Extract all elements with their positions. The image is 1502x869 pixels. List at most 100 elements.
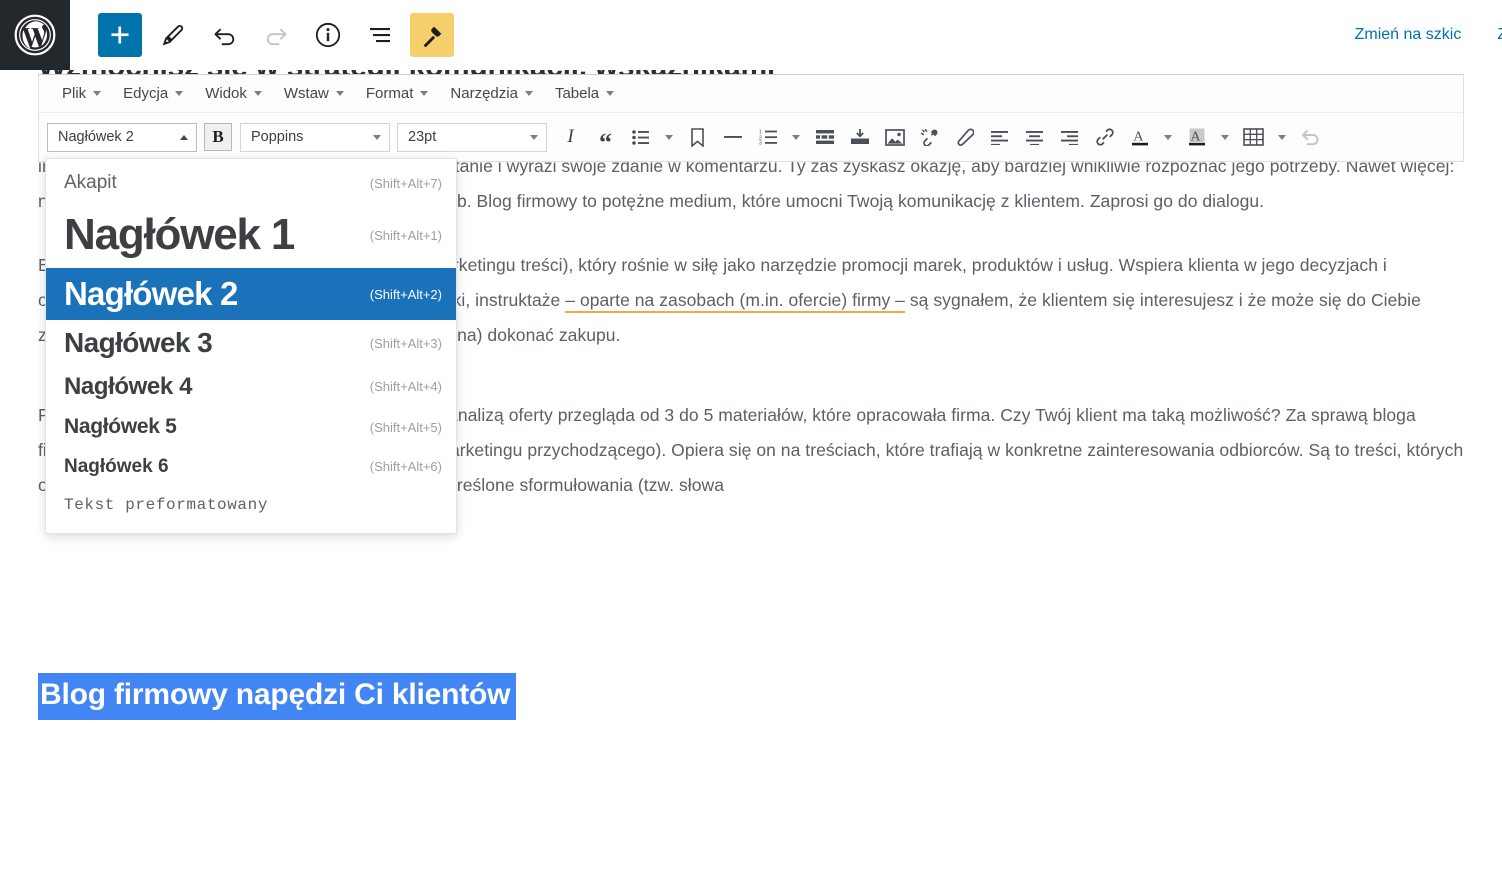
block-option-paragraph-shortcut: (Shift+Alt+7) (369, 175, 442, 191)
chevron-down-icon (1221, 134, 1229, 140)
block-option-heading-5-shortcut: (Shift+Alt+5) (369, 419, 442, 435)
insert-link-button[interactable] (1088, 122, 1121, 153)
read-more-button[interactable] (808, 122, 841, 153)
bulleted-list-button[interactable] (624, 122, 657, 153)
switch-to-draft-link[interactable]: Zmień na szkic (1355, 26, 1462, 44)
block-option-heading-6[interactable]: Nagłówek 6 (Shift+Alt+6) (46, 447, 456, 486)
font-family-value: Poppins (251, 129, 304, 145)
horizontal-rule-button[interactable] (716, 122, 749, 153)
menu-insert[interactable]: Wstaw (273, 81, 355, 106)
mallet-icon (423, 26, 441, 47)
highlight-color-button[interactable]: A (1180, 122, 1213, 153)
block-option-heading-2[interactable]: Nagłówek 2 (Shift+Alt+2) (46, 268, 456, 320)
numbered-list-icon: 1 2 3 (759, 130, 777, 145)
menu-insert-label: Wstaw (283, 85, 329, 102)
chevron-down-icon (530, 134, 538, 140)
menu-table[interactable]: Tabela (544, 81, 625, 106)
block-option-heading-4[interactable]: Nagłówek 4 (Shift+Alt+4) (46, 366, 456, 407)
italic-label: I (567, 126, 574, 147)
chevron-up-icon (180, 134, 188, 140)
document-outline-button[interactable] (358, 13, 402, 57)
block-option-heading-6-label: Nagłówek 6 (64, 455, 169, 477)
edit-tool-button[interactable] (150, 13, 194, 57)
insert-table-options-button[interactable] (1272, 122, 1292, 153)
highlight-color-icon: A (1188, 128, 1205, 146)
blockquote-button[interactable]: “ (589, 122, 622, 157)
bold-button[interactable]: B (204, 123, 232, 151)
link-icon (1095, 128, 1114, 146)
highlight-color-options-button[interactable] (1215, 122, 1235, 153)
font-size-select[interactable]: 23pt (397, 122, 547, 152)
font-family-select[interactable]: Poppins (240, 122, 390, 152)
block-option-heading-3-label: Nagłówek 3 (64, 327, 213, 359)
redo-arrow-icon (266, 28, 286, 45)
menu-view-label: Widok (205, 85, 247, 102)
menu-format-label: Format (365, 85, 414, 102)
quote-icon: “ (599, 128, 612, 157)
editor-formatting-toolbar: Nagłówek 2 B Poppins 23pt I “ 1 2 3 A A (39, 113, 1463, 161)
italic-button[interactable]: I (554, 122, 587, 153)
svg-text:A: A (1133, 130, 1144, 145)
block-option-heading-1[interactable]: Nagłówek 1 (Shift+Alt+1) (46, 202, 456, 268)
block-format-select[interactable]: Nagłówek 2 (47, 122, 197, 152)
wordpress-logo-button[interactable] (0, 0, 70, 70)
bookmark-button[interactable] (681, 122, 714, 153)
menu-file-label: Plik (62, 85, 87, 102)
svg-text:3: 3 (759, 141, 762, 145)
block-option-heading-3[interactable]: Nagłówek 3 (Shift+Alt+3) (46, 320, 456, 366)
align-right-button[interactable] (1053, 122, 1086, 153)
chevron-down-icon (524, 91, 533, 96)
block-format-value: Nagłówek 2 (58, 129, 134, 145)
numbered-list-options-button[interactable] (786, 122, 806, 153)
menu-format[interactable]: Format (355, 81, 440, 106)
list-view-icon (370, 28, 390, 43)
editor-header-actions: Zmień na szkic Zo (1355, 0, 1502, 70)
align-center-icon (1026, 130, 1043, 145)
insert-table-button[interactable] (1237, 122, 1270, 153)
menu-edit-label: Edycja (123, 85, 169, 102)
chevron-down-icon (373, 134, 381, 140)
block-option-heading-4-label: Nagłówek 4 (64, 372, 193, 400)
insert-media-icon (850, 129, 869, 144)
unlink-button[interactable] (913, 122, 946, 153)
menu-tools[interactable]: Narzędzia (439, 81, 544, 106)
chevron-down-icon (175, 91, 184, 96)
document-heading-selected[interactable]: Blog firmowy napędzi Ci klientów (38, 673, 517, 720)
menu-edit[interactable]: Edycja (112, 81, 194, 106)
insert-image-button[interactable] (878, 122, 911, 153)
bulleted-list-icon (632, 129, 649, 145)
bulleted-list-options-button[interactable] (659, 122, 679, 153)
clear-formatting-button[interactable] (948, 122, 981, 153)
bookmark-icon (691, 127, 704, 147)
svg-text:A: A (1190, 130, 1201, 145)
menu-view[interactable]: Widok (194, 81, 273, 106)
block-option-heading-3-shortcut: (Shift+Alt+3) (369, 335, 442, 351)
view-post-link[interactable]: Zo (1497, 26, 1502, 44)
align-left-icon (991, 130, 1008, 145)
chevron-down-icon (335, 91, 344, 96)
block-option-preformatted-label: Tekst preformatowany (64, 495, 269, 514)
spellcheck-phrase-orange[interactable]: – oparte na zasobach (m.in. ofercie) fir… (565, 289, 905, 313)
block-option-preformatted[interactable]: Tekst preformatowany (46, 486, 456, 524)
editor-toolbar-panel: Plik Edycja Widok Wstaw Format Narzędzia… (38, 74, 1464, 162)
numbered-list-button[interactable]: 1 2 3 (751, 122, 784, 153)
chevron-down-icon (606, 91, 615, 96)
unlink-icon (920, 128, 937, 146)
editor-undo-button[interactable] (1294, 122, 1327, 153)
document-info-button[interactable] (306, 13, 350, 57)
redo-button[interactable] (254, 13, 298, 57)
block-option-paragraph[interactable]: Akapit (Shift+Alt+7) (46, 164, 456, 202)
align-center-button[interactable] (1018, 122, 1051, 153)
align-left-button[interactable] (983, 122, 1016, 153)
undo-button[interactable] (202, 13, 246, 57)
editor-header-tools (70, 0, 454, 70)
menu-file[interactable]: Plik (51, 81, 112, 106)
insert-media-button[interactable] (843, 122, 876, 153)
text-color-options-button[interactable] (1158, 122, 1178, 153)
text-color-button[interactable]: A (1123, 122, 1156, 153)
read-more-icon (815, 130, 834, 144)
customize-button[interactable] (410, 13, 454, 57)
block-option-heading-5[interactable]: Nagłówek 5 (Shift+Alt+5) (46, 407, 456, 447)
add-block-button[interactable] (98, 13, 142, 57)
editor-menubar: Plik Edycja Widok Wstaw Format Narzędzia… (39, 75, 1463, 113)
